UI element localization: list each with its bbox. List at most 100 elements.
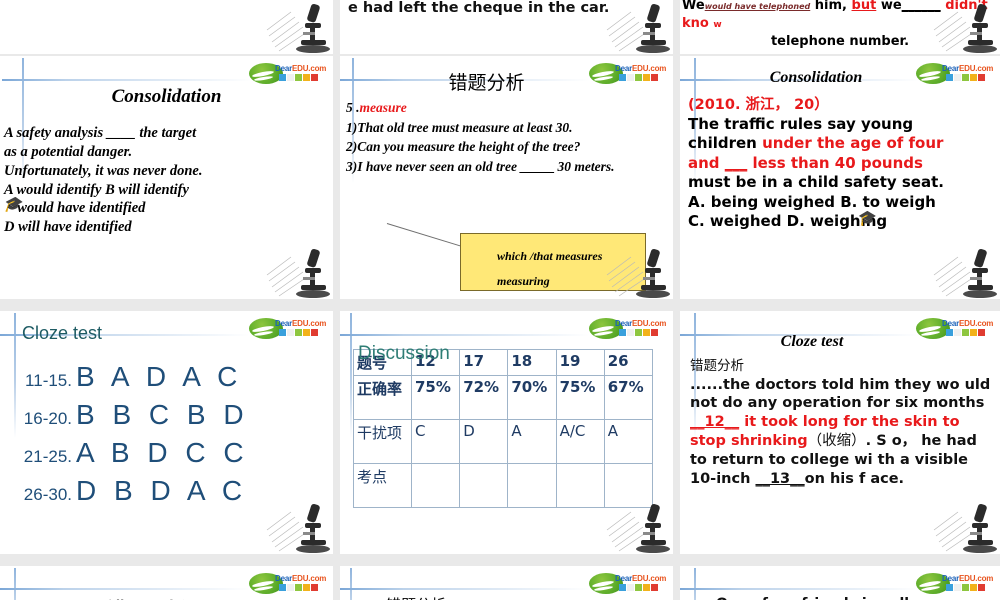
dis-4: A	[603, 419, 654, 464]
ea-heading: 5 .measure	[346, 98, 667, 118]
tp-3	[555, 463, 605, 508]
slide-row3-mid[interactable]: DearEDU.com 错题分析	[340, 566, 673, 600]
slide-consolidation-left[interactable]: DearEDU.com Consolidation A safety analy…	[0, 56, 333, 299]
slide-row3-right[interactable]: DearEDU.com One of my friends in college…	[680, 566, 1000, 600]
cr-stem-4: must be in a child safety seat.	[688, 173, 944, 192]
ea-item-1-pre: Can you	[357, 139, 408, 155]
slide-row0-left[interactable]	[0, 0, 333, 54]
page-title: Cloze test	[22, 323, 103, 343]
cl-line-5: D will have identified	[4, 219, 132, 236]
page-title: 错题分析	[448, 72, 525, 94]
r0r-him: him,	[814, 0, 847, 13]
logo-brand-edu: EDU.com	[632, 319, 667, 328]
logo-brand-edu: EDU.com	[959, 319, 994, 328]
qnum-4: 26	[603, 349, 654, 376]
cloze-range-1: 16-20.	[23, 409, 72, 428]
microscope-decoration-icon	[265, 496, 333, 554]
page-title: Discussion	[358, 343, 450, 364]
row-label-3: 考点	[353, 463, 412, 508]
microscope-decoration-icon	[265, 0, 333, 54]
microscope-decoration-icon	[605, 0, 673, 54]
r0r-w: w	[713, 19, 722, 30]
logo-brand-edu: EDU.com	[959, 64, 994, 73]
cr-stem-3b: less than 40 pounds	[747, 153, 923, 172]
slide-row0-right[interactable]: Wewould have telephoned him, but we_____…	[680, 0, 1000, 54]
table-row-test-points: 考点	[353, 463, 654, 508]
cr-options-2-wrap: C. weighed D. weighing 🎓	[688, 209, 996, 232]
table-row-accuracy: 正确率 75% 72% 70% 75% 67%	[353, 375, 654, 420]
page-title: Consolidation	[769, 69, 863, 86]
cloze-letters-2: A B D C C	[76, 437, 249, 468]
cl-line-0: A safety analysis ____ the target	[4, 125, 197, 141]
callout-line-2: measuring	[497, 274, 550, 289]
slide-error-analysis[interactable]: DearEDU.com 错题分析 5 .measure 1)That old t…	[340, 56, 673, 299]
cr-options-1: A. being weighed B. to weigh	[688, 192, 936, 211]
cr-stem-3-blank: ___	[724, 153, 748, 172]
dearedu-logo: DearEDU.com	[249, 573, 327, 595]
cloze-passage-body: 错题分析 ......the doctors told him they wo …	[690, 358, 994, 489]
cloze-answer-row: 21-25. A B D C C	[10, 437, 249, 469]
r0r-strike: would have telephoned	[704, 2, 811, 11]
row0-mid-text: e had left the cheque in the car.	[348, 0, 610, 16]
ea-item-0-post: at least 30.	[509, 119, 573, 135]
slide-consolidation-right[interactable]: DearEDU.com Consolidation (2010. 浙江， 20）…	[680, 56, 1000, 299]
slide-cloze-passage[interactable]: DearEDU.com Cloze test 错题分析 ......the do…	[680, 311, 1000, 554]
dis-2: A	[507, 419, 557, 464]
dearedu-logo: DearEDU.com	[589, 573, 666, 595]
cl-line-2: Unfortunately, it was never done.	[4, 162, 203, 179]
row-label-1: 正确率	[353, 375, 412, 420]
dearedu-logo: DearEDU.com	[249, 63, 326, 85]
row3-left-title: 错题分析	[0, 594, 293, 600]
page-title: Cloze test	[780, 333, 844, 350]
acc-1: 72%	[459, 375, 509, 420]
tp-2	[507, 463, 557, 508]
ea-item-2-pre: I have never seen an old tree	[357, 158, 521, 174]
error-analysis-body: 5 .measure 1)That old tree must measure …	[346, 98, 667, 176]
cl-line-4: would have identified	[17, 200, 146, 217]
cr-stem-3: and ___ less than 40 pounds	[688, 154, 996, 174]
r0r-we2: we	[880, 0, 902, 13]
qnum-1: 17	[459, 349, 509, 376]
logo-brand-edu: EDU.com	[292, 319, 327, 328]
acc-3: 75%	[555, 375, 605, 420]
cloze-blank-13: __13__	[755, 470, 805, 487]
cloze-letters-0: B A D A C	[76, 361, 243, 392]
ea-item-2-num: 3)	[346, 158, 358, 174]
row3-right-title: One of my friends in college was...	[716, 596, 990, 600]
dearedu-logo: DearEDU.com	[589, 318, 667, 340]
decor-vertical-line	[350, 568, 352, 600]
cloze-range-0: 11-15.	[25, 371, 72, 390]
r0r-line2: telephone number.	[770, 34, 910, 50]
cloze-blank-12: __12__	[690, 414, 740, 431]
ea-item-1-hl: measure the height	[407, 139, 515, 155]
page-title: Consolidation	[111, 86, 222, 107]
cloze-answer-row: 16-20. B B C B D	[10, 399, 249, 431]
tp-4	[603, 463, 654, 508]
row0-right-text: Wewould have telephoned him, but we_____…	[682, 0, 998, 51]
logo-brand-edu: EDU.com	[632, 64, 667, 73]
decor-vertical-line	[350, 313, 352, 438]
consolidation-left-body: A safety analysis ____ the target as a p…	[3, 124, 327, 237]
dis-3: A/C	[555, 419, 605, 464]
slide-row3-left[interactable]: DearEDU.com 错题分析	[0, 566, 333, 600]
cloze-range-3: 26-30.	[23, 485, 72, 504]
logo-brand-edu: EDU.com	[292, 574, 327, 583]
tp-1	[459, 463, 509, 508]
slide-cloze-answers[interactable]: DearEDU.com Cloze test 11-15. B A D A C …	[0, 311, 333, 554]
callout-box: which /that measures measuring	[460, 233, 646, 291]
r0r-blank: ______	[901, 0, 941, 13]
cr-stem-1: The traffic rules say young	[688, 114, 914, 133]
callout-line-1: which /that measures	[497, 249, 603, 263]
slide-discussion[interactable]: DearEDU.com Discussion 题号 12 17 18 19 26…	[340, 311, 673, 554]
cloze-seg-1: ......the doctors told him they wo uld n…	[690, 376, 991, 412]
ea-item-0: 1)That old tree must measure at least 30…	[346, 118, 667, 138]
row3-mid-title: 错题分析	[386, 594, 446, 600]
acc-0: 75%	[410, 375, 461, 420]
microscope-decoration-icon	[932, 496, 1000, 554]
table-row-distractors: 干扰项 C D A A/C A	[353, 419, 654, 464]
r0r-but: but	[851, 0, 877, 13]
cr-stem-2b: under the age of four	[762, 134, 944, 153]
ea-item-2-post: 30 meters.	[554, 158, 615, 174]
acc-4: 67%	[603, 375, 654, 420]
slide-row0-mid[interactable]: e had left the cheque in the car.	[340, 0, 673, 54]
